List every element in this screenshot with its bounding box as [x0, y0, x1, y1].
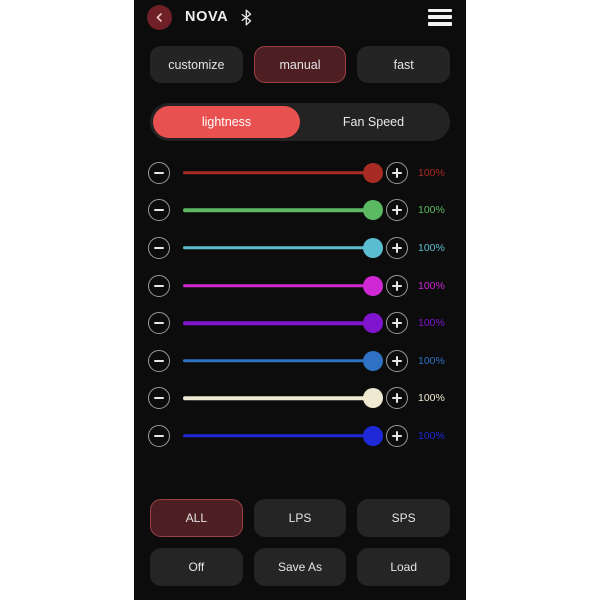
mode-button-label: manual: [279, 57, 321, 72]
slider-thumb-1[interactable]: [363, 162, 383, 183]
slider-fill-1: [183, 171, 373, 175]
slider-row: 100%: [148, 154, 452, 192]
tab-label: lightness: [201, 115, 252, 129]
action-button-load[interactable]: Load: [357, 548, 451, 586]
action-button-label: Save As: [277, 560, 323, 574]
back-button[interactable]: [147, 4, 172, 30]
slider-increment-button-3[interactable]: [386, 236, 408, 259]
slider-decrement-button-2[interactable]: [148, 199, 170, 222]
slider-decrement-button-8[interactable]: [148, 424, 170, 447]
chevron-left-icon: [154, 12, 165, 23]
slider-increment-button-1[interactable]: [386, 161, 408, 184]
mode-button-label: fast: [393, 57, 414, 72]
hamburger-bar: [428, 8, 452, 13]
slider-thumb-5[interactable]: [363, 313, 383, 334]
slider-fill-4: [183, 283, 373, 288]
slider-track-7[interactable]: [183, 387, 383, 409]
mode-button-row: customize manual fast: [134, 34, 466, 83]
slider-increment-button-7[interactable]: [386, 387, 408, 410]
slider-decrement-button-5[interactable]: [148, 312, 170, 335]
action-button-label: LPS: [288, 511, 312, 525]
tab-fan-speed[interactable]: Fan Speed: [300, 106, 447, 138]
mode-button-customize[interactable]: customize: [150, 46, 243, 83]
hamburger-menu-icon[interactable]: [428, 8, 452, 26]
slider-increment-button-2[interactable]: [386, 199, 408, 222]
hamburger-bar: [428, 15, 452, 19]
slider-row: 100%: [148, 267, 452, 305]
slider-thumb-4[interactable]: [363, 275, 383, 296]
slider-row: 100%: [148, 342, 452, 380]
slider-value-6: 100%: [418, 354, 445, 367]
slider-value-2: 100%: [418, 204, 445, 217]
slider-list: 100% 100% 100% 100% 100% 100% 100% 100%: [134, 141, 466, 455]
slider-decrement-button-1[interactable]: [148, 161, 170, 184]
hamburger-bar: [428, 21, 452, 26]
phone-screen: NOVA customize manual fast lightness Fan…: [134, 0, 466, 600]
slider-value-8: 100%: [418, 429, 445, 442]
slider-thumb-8[interactable]: [363, 425, 383, 446]
slider-track-5[interactable]: [183, 312, 383, 334]
tab-lightness[interactable]: lightness: [153, 106, 300, 138]
slider-increment-button-4[interactable]: [386, 274, 408, 297]
mode-button-fast[interactable]: fast: [357, 46, 451, 83]
slider-increment-button-8[interactable]: [386, 424, 408, 447]
slider-thumb-2[interactable]: [363, 200, 383, 221]
slider-decrement-button-3[interactable]: [148, 236, 170, 259]
action-row-presets: ALL LPS SPS: [150, 499, 451, 537]
slider-fill-5: [183, 321, 373, 325]
slider-value-5: 100%: [418, 317, 445, 330]
segmented-control-wrapper: lightness Fan Speed: [134, 83, 466, 141]
slider-track-1[interactable]: [183, 162, 383, 184]
slider-row: 100%: [148, 192, 452, 230]
action-button-label: SPS: [391, 511, 416, 525]
slider-fill-3: [183, 246, 373, 250]
tab-label: Fan Speed: [342, 115, 405, 129]
slider-fill-6: [183, 359, 373, 363]
slider-thumb-3[interactable]: [363, 237, 383, 258]
mode-button-label: customize: [168, 57, 225, 72]
action-row-controls: Off Save As Load: [150, 548, 451, 586]
action-button-all[interactable]: ALL: [150, 499, 243, 537]
slider-fill-2: [183, 208, 373, 213]
action-button-save-as[interactable]: Save As: [253, 548, 347, 586]
slider-decrement-button-7[interactable]: [148, 387, 170, 410]
action-button-label: Load: [390, 560, 418, 574]
action-button-label: Off: [188, 560, 205, 574]
slider-row: 100%: [148, 229, 452, 267]
slider-row: 100%: [148, 304, 452, 342]
slider-value-1: 100%: [418, 166, 445, 179]
slider-value-3: 100%: [418, 241, 445, 254]
page-title: NOVA: [185, 9, 229, 25]
action-button-sps[interactable]: SPS: [357, 499, 451, 537]
segmented-control: lightness Fan Speed: [150, 103, 450, 141]
slider-decrement-button-6[interactable]: [148, 349, 170, 372]
bluetooth-icon: [240, 9, 253, 26]
slider-increment-button-6[interactable]: [386, 349, 408, 372]
slider-track-4[interactable]: [183, 275, 383, 297]
slider-row: 100%: [148, 417, 452, 455]
action-button-area: ALL LPS SPS Off Save As Load: [134, 499, 466, 600]
slider-thumb-7[interactable]: [363, 388, 383, 409]
mode-button-manual[interactable]: manual: [253, 46, 347, 83]
slider-fill-7: [183, 396, 373, 401]
slider-fill-8: [183, 434, 373, 438]
slider-row: 100%: [148, 380, 452, 418]
slider-track-2[interactable]: [183, 199, 383, 221]
slider-value-4: 100%: [418, 279, 445, 292]
slider-track-6[interactable]: [183, 350, 383, 372]
action-button-lps[interactable]: LPS: [253, 499, 347, 537]
slider-thumb-6[interactable]: [363, 350, 383, 371]
slider-decrement-button-4[interactable]: [148, 274, 170, 297]
slider-track-3[interactable]: [183, 237, 383, 259]
slider-value-7: 100%: [418, 392, 445, 405]
action-button-label: ALL: [185, 511, 208, 525]
action-button-off[interactable]: Off: [150, 548, 243, 586]
top-app-bar: NOVA: [134, 0, 466, 34]
slider-track-8[interactable]: [183, 425, 383, 447]
slider-increment-button-5[interactable]: [386, 312, 408, 335]
